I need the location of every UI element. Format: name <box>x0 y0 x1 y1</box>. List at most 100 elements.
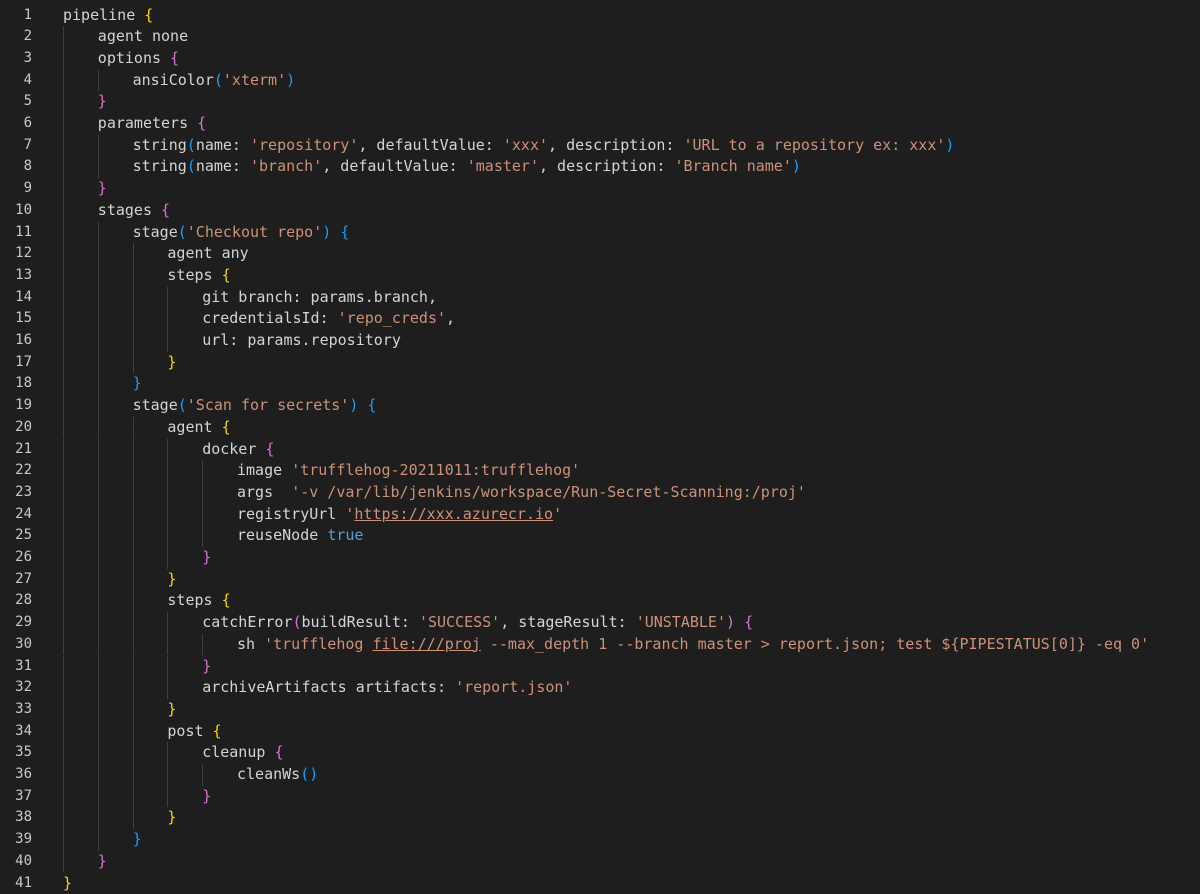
code-line[interactable]: 35 cleanup { <box>0 742 1200 764</box>
code-line[interactable]: 24 registryUrl 'https://xxx.azurecr.io' <box>0 503 1200 526</box>
line-code: string(name: 'branch', defaultValue: 'ma… <box>133 156 801 178</box>
indent-guide <box>63 481 64 504</box>
code-line[interactable]: 13 steps { <box>0 264 1200 287</box>
indent-guide <box>132 633 134 656</box>
code-line[interactable]: 25 reuseNode true <box>0 525 1200 547</box>
indent-guide <box>132 568 134 591</box>
code-line[interactable]: 38} <box>0 807 1200 830</box>
code-line[interactable]: 26} <box>0 547 1200 569</box>
code-line[interactable]: 14 git branch: params.branch, <box>0 286 1200 309</box>
line-code: parameters { <box>98 113 206 135</box>
indent-guide <box>167 655 169 678</box>
line-number: 4 <box>23 71 32 88</box>
code-line[interactable]: 36 cleanWs() <box>0 764 1200 786</box>
indent-guide <box>167 612 169 634</box>
code-line[interactable]: 15 credentialsId: 'repo_creds', <box>0 308 1200 330</box>
code-line[interactable]: 40} <box>0 850 1200 873</box>
line-code: credentialsId: 'repo_creds', <box>202 308 455 330</box>
code-line[interactable]: 16 url: params.repository <box>0 330 1200 352</box>
line-code: } <box>98 178 107 200</box>
indent-guide <box>97 698 99 721</box>
code-token-b3: ) <box>945 135 955 154</box>
code-line[interactable]: 10 stages { <box>0 199 1200 222</box>
code-token-b1: { <box>221 591 231 610</box>
code-line[interactable]: 6 parameters { <box>0 113 1200 135</box>
code-line[interactable]: 19 stage('Scan for secrets') { <box>0 395 1200 417</box>
code-line[interactable]: 3 options { <box>0 47 1200 70</box>
code-line[interactable]: 39} <box>0 829 1200 851</box>
code-line[interactable]: 33} <box>0 698 1200 721</box>
code-token-text: catchError <box>202 613 293 632</box>
code-token-text: stage <box>132 396 178 415</box>
code-token-b2: { <box>197 114 207 132</box>
code-line[interactable]: 4 ansiColor('xterm') <box>0 69 1200 92</box>
code-line[interactable]: 29 catchError(buildResult: 'SUCCESS', sta… <box>0 612 1200 634</box>
code-token-url[interactable]: https://xxx.azurecr.io <box>354 505 553 523</box>
indent-guide <box>63 785 64 808</box>
code-line[interactable]: 2 agent none <box>0 26 1200 48</box>
code-token-text: agent none <box>97 27 189 46</box>
code-token-str: 'xxx' <box>502 135 549 154</box>
line-number: 1 <box>23 6 32 23</box>
line-number: 34 <box>15 722 32 739</box>
code-token-b2: } <box>97 92 107 111</box>
indent-guide <box>97 829 99 851</box>
code-token-text: git branch: params.branch, <box>202 287 437 306</box>
line-code: ansiColor('xterm') <box>133 70 296 92</box>
code-token-b1: } <box>167 352 177 371</box>
indent-guide <box>63 655 64 678</box>
line-code: registryUrl 'https://xxx.azurecr.io' <box>237 504 562 526</box>
indent-guide <box>63 47 64 70</box>
indent-guide <box>167 633 169 656</box>
code-line[interactable]: 23 args '-v /var/lib/jenkins/workspace/Ru… <box>0 481 1200 504</box>
indent-guide <box>202 503 204 526</box>
code-line[interactable]: 5} <box>0 91 1200 113</box>
code-line[interactable]: 11 stage('Checkout repo') { <box>0 221 1200 244</box>
code-line[interactable]: 18} <box>0 373 1200 396</box>
code-token-text: args <box>237 482 292 501</box>
indent-guide <box>132 698 134 721</box>
code-line[interactable]: 17} <box>0 351 1200 374</box>
code-token-text: name: <box>195 135 250 154</box>
code-editor[interactable]: 1 pipeline {2 agent none 3 options {4 ansiCol… <box>0 0 1200 894</box>
code-line[interactable]: 31} <box>0 655 1200 678</box>
code-line[interactable]: 28 steps { <box>0 590 1200 613</box>
code-token-text: buildResult: <box>301 613 419 632</box>
indent-guide <box>63 438 64 461</box>
line-number: 16 <box>15 332 32 348</box>
indent-guide <box>97 720 99 743</box>
code-token-text: credentialsId: <box>202 309 338 328</box>
line-code: stage('Scan for secrets') { <box>133 395 377 417</box>
code-line[interactable]: 37} <box>0 785 1200 808</box>
code-token-text: post <box>167 721 213 740</box>
line-number: 18 <box>15 375 32 392</box>
code-token-url[interactable]: file:///proj <box>372 635 480 653</box>
code-line[interactable]: 21 docker { <box>0 438 1200 461</box>
code-line[interactable]: 9} <box>0 178 1200 200</box>
code-line[interactable]: 8 string(name: 'branch', defaultValue: 'm… <box>0 156 1200 179</box>
code-line[interactable]: 20 agent { <box>0 416 1200 439</box>
code-token-b2: { <box>744 613 754 632</box>
indent-guide <box>97 764 99 786</box>
line-number: 28 <box>15 592 32 609</box>
code-line[interactable]: 1 pipeline { <box>0 5 1200 27</box>
indent-guide <box>97 156 99 179</box>
line-number: 10 <box>15 201 32 218</box>
indent-guide <box>97 373 99 396</box>
indent-guide <box>63 612 64 634</box>
indent-guide <box>63 330 64 352</box>
indent-guide <box>97 677 99 699</box>
code-line[interactable]: 41} <box>0 873 1200 894</box>
code-line[interactable]: 32 archiveArtifacts artifacts: 'report.js… <box>0 677 1200 699</box>
line-code: agent { <box>167 417 230 439</box>
code-line[interactable]: 12 agent any <box>0 243 1200 265</box>
indent-guide <box>132 438 134 461</box>
code-line[interactable]: 30 sh 'trufflehog file:///proj --max_dept… <box>0 633 1200 656</box>
code-line[interactable]: 34 post { <box>0 720 1200 743</box>
code-line[interactable]: 22 image 'trufflehog-20211011:trufflehog' <box>0 460 1200 482</box>
line-code: pipeline { <box>63 5 153 27</box>
line-number: 8 <box>23 158 32 175</box>
code-line[interactable]: 27} <box>0 568 1200 591</box>
code-line[interactable]: 7 string(name: 'repository', defaultValue… <box>0 134 1200 157</box>
indent-guide <box>97 525 99 547</box>
